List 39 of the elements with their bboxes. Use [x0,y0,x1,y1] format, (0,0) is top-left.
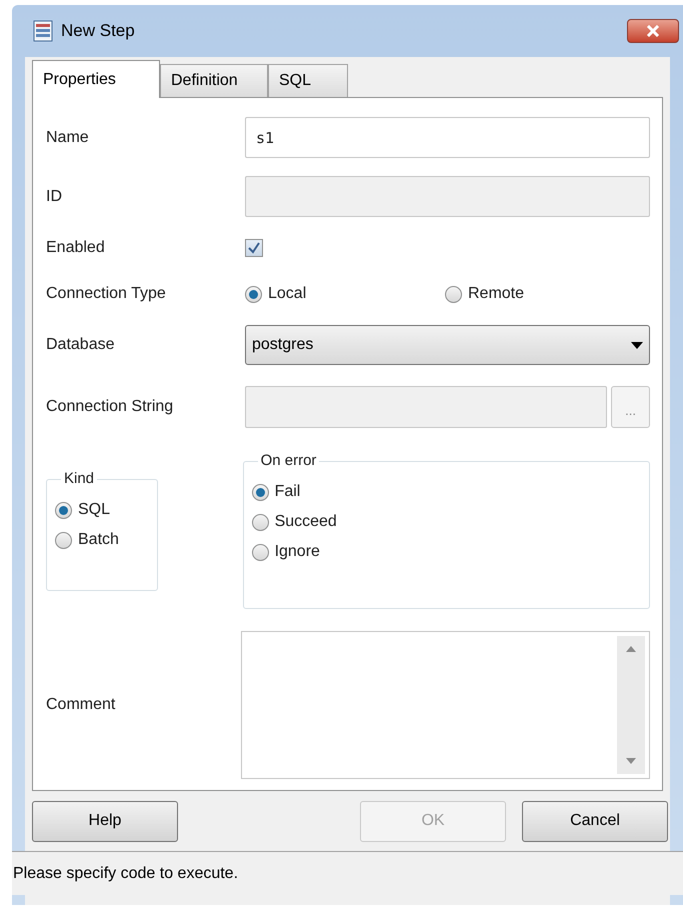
radio-button[interactable] [252,514,269,530]
tab[interactable]: Definition [160,64,268,97]
radio-label[interactable]: Fail [274,480,300,504]
dropdown-arrow-icon[interactable] [631,342,643,348]
scrollbar[interactable] [617,636,645,774]
field-label: Connection String [46,397,174,417]
radio-button[interactable] [445,286,462,302]
dropdown[interactable]: postgres [245,325,650,365]
field-label: Database [46,335,116,355]
radio-label[interactable]: Local [268,282,306,306]
field-label: Comment [46,695,116,715]
checkbox[interactable] [245,239,263,257]
down-arrow-icon[interactable] [626,758,636,764]
radio-label[interactable]: Batch [78,528,119,552]
radio-button[interactable] [245,286,262,302]
radio-label[interactable]: Succeed [274,510,337,534]
comment-field[interactable] [241,631,650,779]
tab[interactable]: SQL [268,64,348,97]
field-label: ID [46,186,63,206]
dialog-button[interactable]: Help [32,800,178,842]
up-arrow-icon[interactable] [626,646,636,652]
field-label: Enabled [46,238,106,258]
tab[interactable]: Properties [32,60,160,98]
radio-button[interactable] [252,544,269,560]
window-title: New Step [61,20,135,42]
status-text: Please specify code to execute. [13,864,238,884]
field-label: Connection Type [46,284,167,304]
field-label: Name [46,128,90,148]
radio-button[interactable] [55,502,72,518]
close-button[interactable] [627,19,679,43]
radio-button[interactable] [252,484,269,500]
text-field[interactable]: s1 [245,117,650,158]
radio-label[interactable]: Ignore [274,540,320,564]
close-icon [646,25,660,37]
dialog-button[interactable]: Cancel [522,800,668,842]
radio-button[interactable] [55,532,72,548]
radio-label[interactable]: Remote [468,282,524,306]
radio-label[interactable]: SQL [78,498,110,522]
list-icon [33,20,53,42]
